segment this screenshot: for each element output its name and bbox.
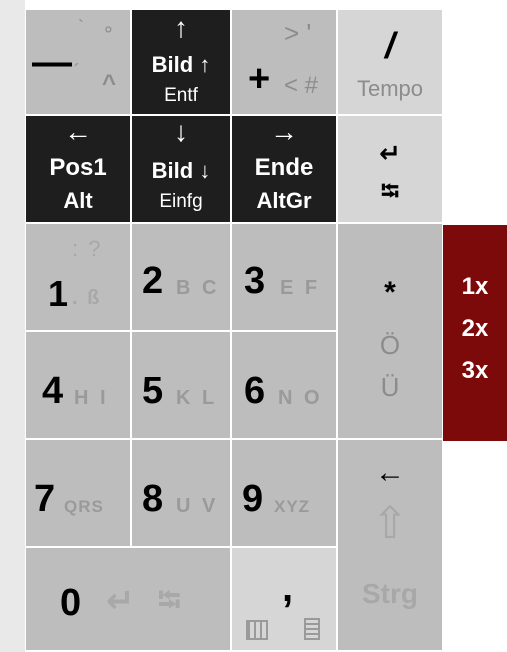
key-7[interactable]: 7 QRS <box>26 440 130 546</box>
key-plus-sub: < # <box>284 72 319 99</box>
arrow-down-icon: ↓ <box>174 116 188 147</box>
key-slash-main: / <box>384 25 395 66</box>
key-7-sub: QRS <box>64 497 104 516</box>
key-page-down-sub: Einfg <box>159 191 203 212</box>
key-6-sub: N O <box>278 387 323 409</box>
key-comma-main: , <box>282 566 294 610</box>
key-plus[interactable]: > ' + < # <box>232 10 336 114</box>
key-dash[interactable]: — ` ° ´ ^ <box>26 10 130 114</box>
key-star-oe-ue[interactable]: * Ö Ü <box>338 224 442 438</box>
key-5-main: 5 <box>142 370 164 412</box>
key-8-main: 8 <box>142 478 164 520</box>
key-5[interactable]: 5 K L <box>132 332 230 438</box>
tab-icon: ⭾ <box>380 178 400 205</box>
arrow-left-icon: ← <box>64 116 92 147</box>
enter-icon: ↵ <box>379 138 401 168</box>
key-ctrl-label: Strg <box>362 578 418 609</box>
key-9[interactable]: 9 XYZ <box>232 440 336 546</box>
key-plus-top: > ' <box>284 18 312 48</box>
key-0[interactable]: 0 ↵ ⭾ <box>26 548 230 650</box>
key-star-main: * <box>384 276 396 309</box>
key-4-sub: H I <box>74 387 109 409</box>
key-end-label: Ende <box>254 154 314 181</box>
key-page-up-label-text: Bild <box>151 52 194 77</box>
key-home-label: Pos1 <box>49 154 107 181</box>
key-end-sub: AltGr <box>256 188 312 213</box>
key-4-main: 4 <box>42 370 64 412</box>
key-3-main: 3 <box>244 260 266 302</box>
key-0-main: 0 <box>60 582 82 624</box>
arrow-up-icon: ↑ <box>174 12 188 43</box>
left-edge-strip <box>0 0 25 652</box>
key-enter-tab[interactable]: ↵ ⭾ <box>338 116 442 222</box>
key-dash-degree: ° <box>104 22 113 47</box>
key-page-down-label: Bild ↓ <box>132 160 230 182</box>
backspace-arrow-icon: ← <box>375 456 405 489</box>
key-9-sub: XYZ <box>274 497 311 516</box>
key-2[interactable]: 2 B C <box>132 224 230 330</box>
key-1-top: : ? <box>72 236 103 261</box>
key-2-main: 2 <box>142 260 164 302</box>
key-slash-tempo[interactable]: / Tempo <box>338 10 442 114</box>
key-home-sub: Alt <box>63 188 93 213</box>
key-2-sub: B C <box>176 277 220 299</box>
keyboard-layout-icon <box>246 620 268 640</box>
enter-icon: ↵ <box>106 582 135 620</box>
multiplier-3x[interactable]: 3x <box>443 357 507 385</box>
key-dash-caret: ^ <box>102 70 117 97</box>
key-plus-main: + <box>248 58 271 100</box>
key-page-up[interactable]: ↑ Bild ↑ Entf <box>132 10 230 114</box>
key-3-sub: E F <box>280 277 321 299</box>
key-page-up-sub: Entf <box>164 85 198 106</box>
key-9-main: 9 <box>242 478 264 520</box>
key-1[interactable]: : ? 1 . ß <box>26 224 130 330</box>
onscreen-keypad: — ` ° ´ ^ ↑ Bild ↑ Entf > ' + < # / Temp… <box>26 10 443 650</box>
key-page-down-label-text: Bild <box>151 158 194 183</box>
key-3[interactable]: 3 E F <box>232 224 336 330</box>
key-comma[interactable]: , <box>232 548 336 650</box>
arrow-right-icon: → <box>270 116 298 147</box>
key-dash-acute: ´ <box>74 61 80 81</box>
shift-icon: ⇧ <box>371 499 409 548</box>
key-backspace-shift-ctrl[interactable]: ← ⇧ Strg <box>338 440 442 650</box>
key-4[interactable]: 4 H I <box>26 332 130 438</box>
key-page-up-label: Bild ↑ <box>132 54 230 76</box>
key-dash-backtick: ` <box>78 17 84 37</box>
tab-icon: ⭾ <box>158 584 181 617</box>
multiplier-2x[interactable]: 2x <box>443 315 507 343</box>
key-1-main: 1 <box>48 273 69 314</box>
key-end[interactable]: → Ende AltGr <box>232 116 336 222</box>
key-6[interactable]: 6 N O <box>232 332 336 438</box>
repeat-multiplier-panel[interactable]: 1x 2x 3x <box>443 225 507 441</box>
key-8[interactable]: 8 U V <box>132 440 230 546</box>
key-8-sub: U V <box>176 495 219 517</box>
key-dash-main: — <box>32 40 72 84</box>
key-7-main: 7 <box>34 478 56 520</box>
key-star-oe: Ö <box>379 330 401 360</box>
key-6-main: 6 <box>244 370 266 412</box>
arrow-up-icon: ↑ <box>199 52 211 77</box>
document-icon <box>304 618 320 640</box>
key-1-sub: . ß <box>72 287 102 309</box>
key-home[interactable]: ← Pos1 Alt <box>26 116 130 222</box>
key-5-sub: K L <box>176 387 218 409</box>
key-slash-sub: Tempo <box>356 76 424 101</box>
key-page-down[interactable]: ↓ Bild ↓ Einfg <box>132 116 230 222</box>
key-star-ue: Ü <box>380 372 400 402</box>
arrow-down-icon: ↓ <box>199 158 211 183</box>
multiplier-1x[interactable]: 1x <box>443 273 507 301</box>
